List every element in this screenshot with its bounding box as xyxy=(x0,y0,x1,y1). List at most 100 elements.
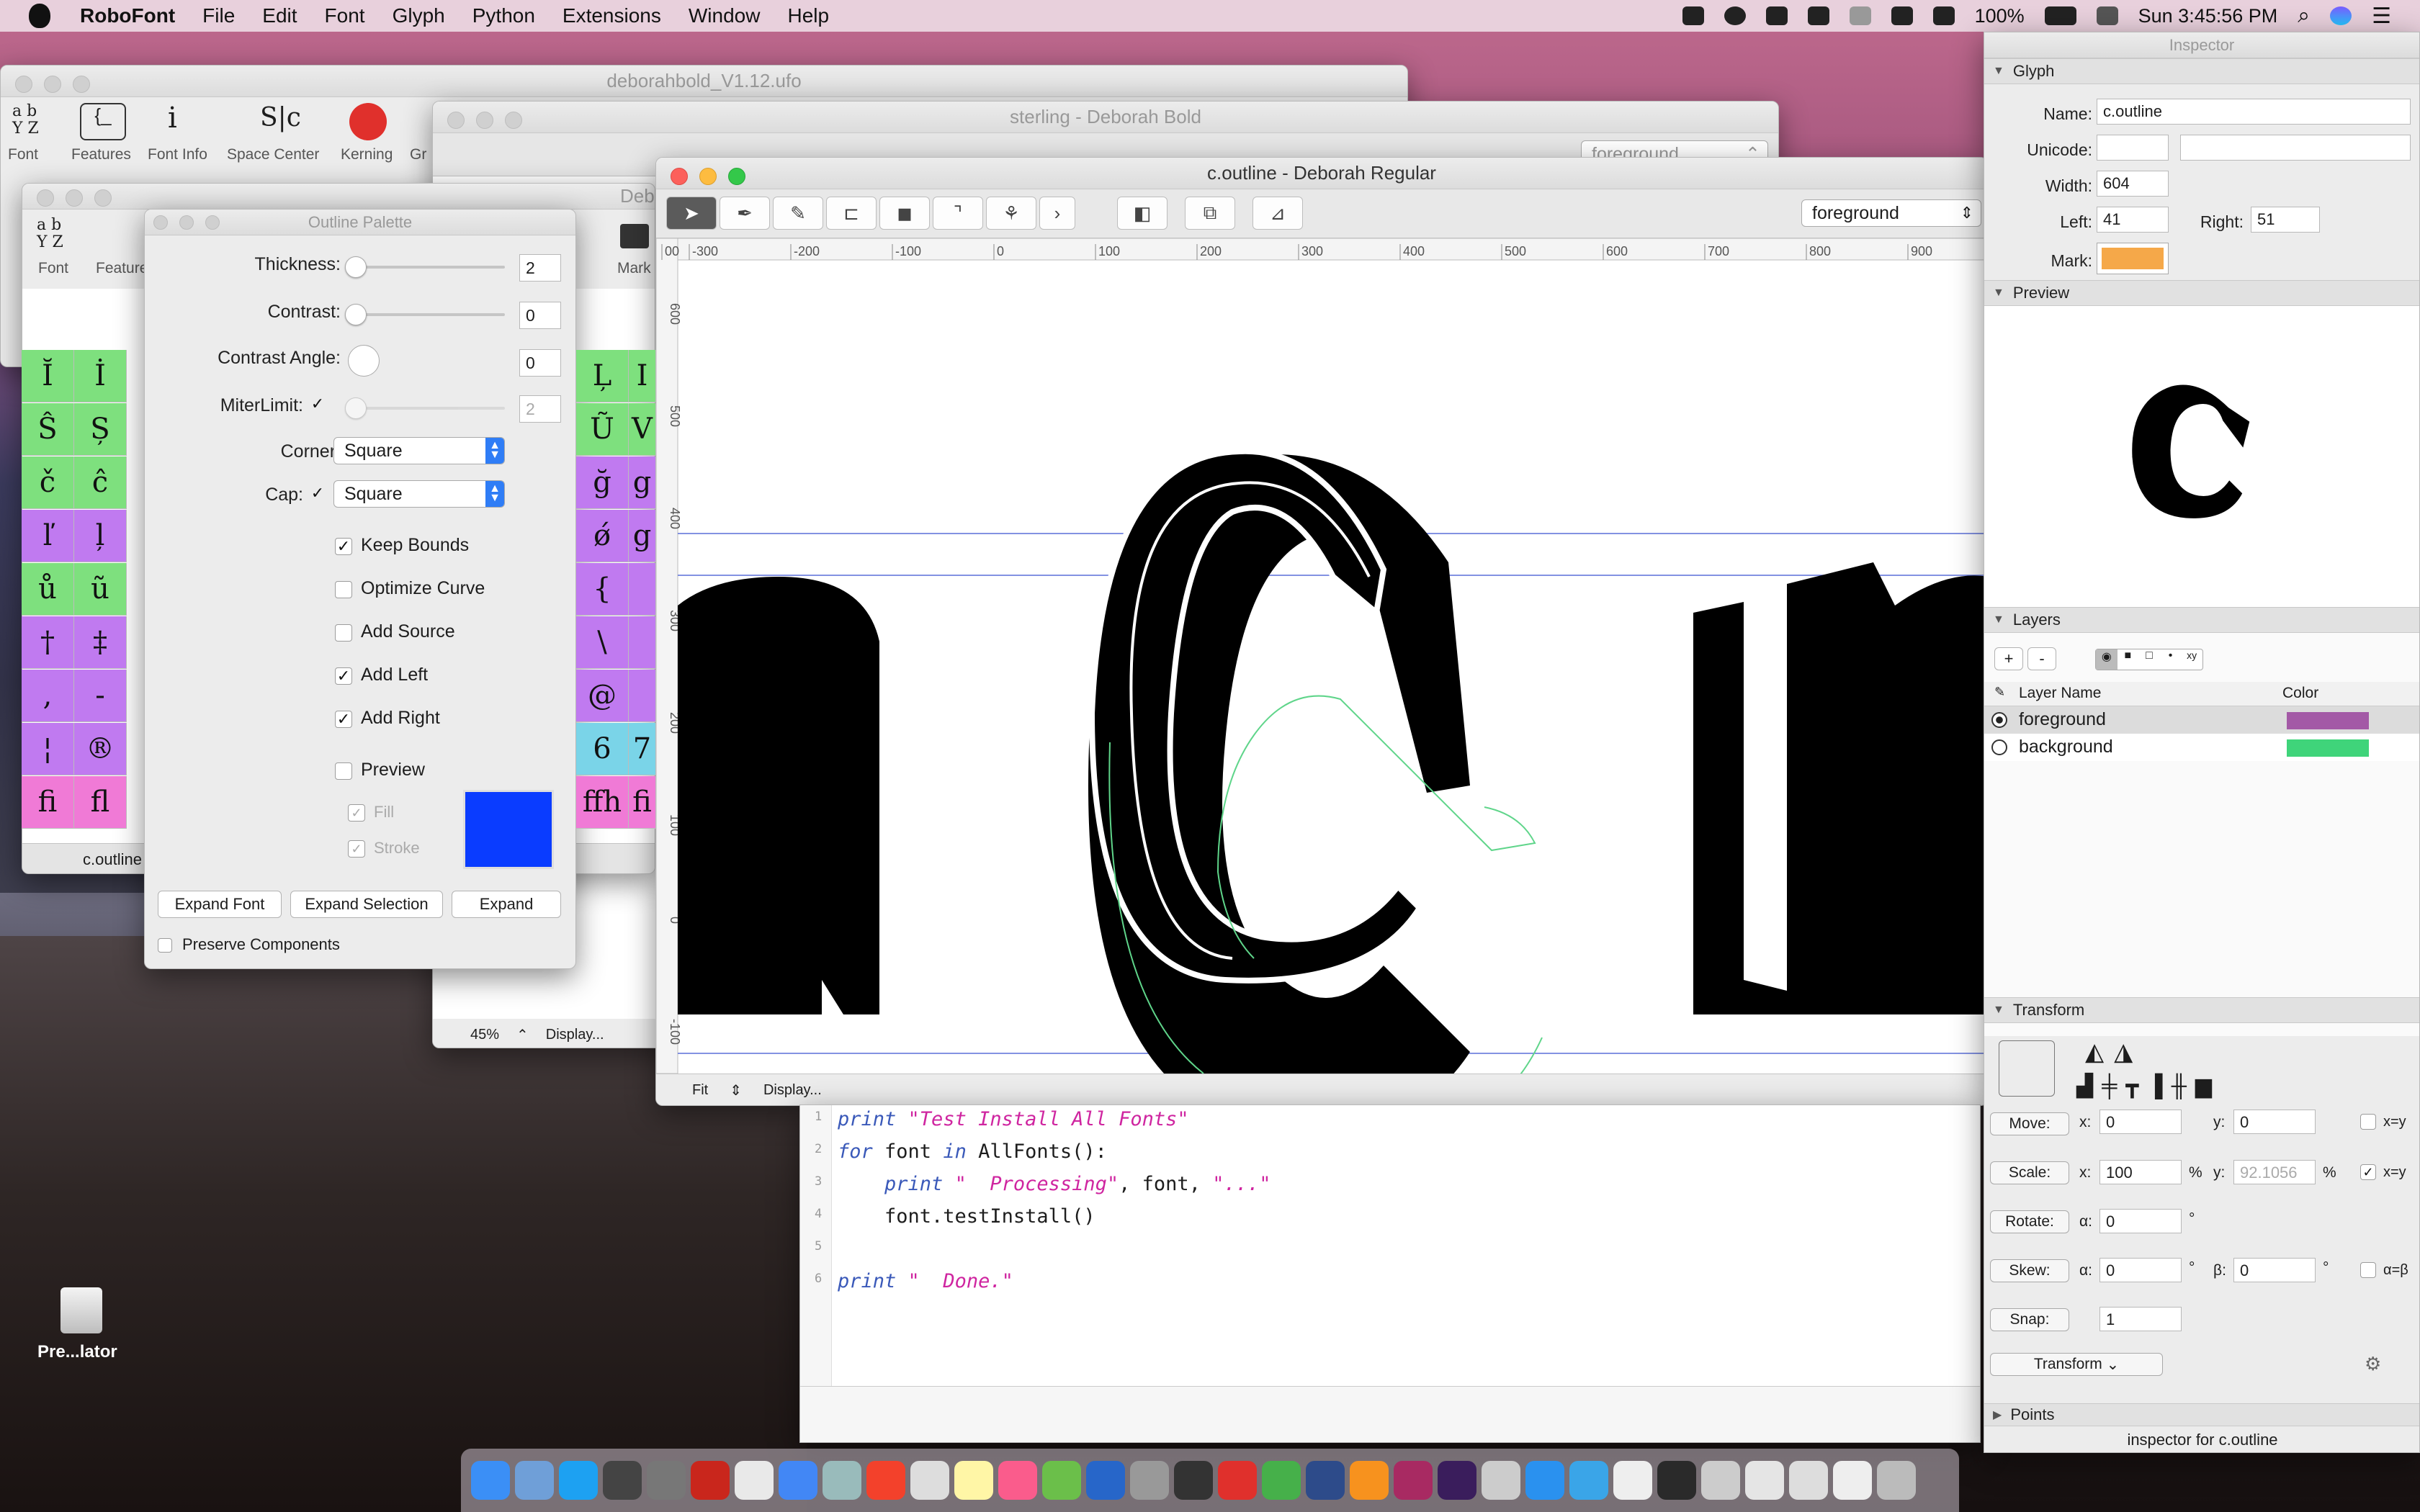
glyph-canvas[interactable]: 00 -300 -200 -100 0 100 200 300 400 500 600 700 800 9… xyxy=(656,238,1988,1074)
layer-name-column[interactable]: Layer Name xyxy=(2019,685,2101,702)
dock-app-icon[interactable] xyxy=(1262,1461,1301,1500)
glyph-cell[interactable]: ﬂ xyxy=(74,776,127,829)
script-output[interactable] xyxy=(800,1386,1980,1442)
dock-app-icon[interactable] xyxy=(1086,1461,1125,1500)
dock-app-icon[interactable] xyxy=(1701,1461,1740,1500)
pencil-tool-icon[interactable]: ✎ xyxy=(773,197,823,230)
dock-app-icon[interactable] xyxy=(1394,1461,1433,1500)
transform-origin-grid[interactable] xyxy=(1999,1040,2055,1097)
dock-app-icon[interactable] xyxy=(1569,1461,1608,1500)
menu-glyph[interactable]: Glyph xyxy=(379,4,459,27)
dock-app-icon[interactable] xyxy=(1745,1461,1784,1500)
dock-app-icon[interactable] xyxy=(647,1461,686,1500)
points-section-header[interactable]: ▶ Points xyxy=(1984,1403,2419,1426)
option-checkbox[interactable]: ✓ xyxy=(335,711,352,728)
dock-app-icon[interactable] xyxy=(1174,1461,1213,1500)
skew-beta-field[interactable]: 0 xyxy=(2233,1258,2316,1282)
thickness-slider[interactable] xyxy=(345,256,505,278)
code-line[interactable]: print "Test Install All Fonts" xyxy=(838,1108,1189,1130)
stroke-checkbox[interactable]: ✓ xyxy=(348,840,365,858)
transform-section-header[interactable]: ▼ Transform xyxy=(1984,997,2419,1023)
dock-app-icon[interactable] xyxy=(1525,1461,1564,1500)
miter-checkbox[interactable]: ✓ xyxy=(309,395,326,413)
layer-radio[interactable] xyxy=(1991,739,2007,755)
pen-tool-icon[interactable]: ✒ xyxy=(720,197,770,230)
fill-icon[interactable]: ■ xyxy=(2118,649,2139,670)
menu-window[interactable]: Window xyxy=(675,4,774,27)
glyph-cell[interactable]: Ŝ xyxy=(22,403,74,456)
glyph-cell[interactable]: ļ xyxy=(74,510,127,562)
dock-app-icon[interactable] xyxy=(1350,1461,1389,1500)
zoom-select[interactable]: Fit xyxy=(692,1082,708,1099)
dock-app-icon[interactable] xyxy=(1130,1461,1169,1500)
menu-extensions[interactable]: Extensions xyxy=(549,4,675,27)
expand-button[interactable]: Expand xyxy=(452,891,561,918)
move-xy-checkbox[interactable] xyxy=(2360,1114,2376,1130)
glyph-cell[interactable]: ‡ xyxy=(74,616,127,669)
skew-ab-checkbox[interactable] xyxy=(2360,1262,2376,1278)
transform-menu-button[interactable]: Transform ⌄ xyxy=(1990,1353,2163,1376)
code-line[interactable]: font.testInstall() xyxy=(838,1205,1095,1228)
siri-icon[interactable] xyxy=(2330,6,2352,25)
dock-app-icon[interactable] xyxy=(779,1461,817,1500)
layer-row-background[interactable]: background xyxy=(1984,734,2419,761)
glyph-cell[interactable]: V xyxy=(629,403,656,456)
dock-app-icon[interactable] xyxy=(691,1461,730,1500)
code-line[interactable]: for font in AllFonts(): xyxy=(838,1140,1107,1163)
layer-select[interactable]: foreground ⇕ xyxy=(1801,199,1981,227)
preserve-components-checkbox[interactable] xyxy=(158,938,172,953)
scale-y-field[interactable]: 92.1056 xyxy=(2233,1160,2316,1184)
option-checkbox[interactable]: ✓ xyxy=(335,538,352,555)
glyph-cell[interactable]: † xyxy=(22,616,74,669)
font-toolbar-icon[interactable]: a bY Z xyxy=(37,217,63,251)
dock-app-icon[interactable] xyxy=(1482,1461,1520,1500)
glyph-cell[interactable] xyxy=(629,670,656,722)
rotate-angle-field[interactable]: 0 xyxy=(2099,1209,2182,1233)
notification-center-icon[interactable]: ☰ xyxy=(2372,4,2391,29)
dock-app-icon[interactable] xyxy=(735,1461,774,1500)
layer-copy-icon[interactable]: ⧉ xyxy=(1185,197,1235,230)
option-checkbox[interactable] xyxy=(335,581,352,598)
layer-color-swatch[interactable] xyxy=(2287,712,2369,729)
coordinates-icon[interactable]: xy xyxy=(2181,649,2202,670)
status-icon[interactable] xyxy=(1682,6,1704,25)
glyph-cell[interactable]: č xyxy=(22,456,74,509)
points-icon[interactable]: • xyxy=(2160,649,2182,670)
contrast-angle-dial[interactable] xyxy=(348,345,380,377)
layer-color-swatch[interactable] xyxy=(2287,739,2369,757)
glyph-cell[interactable]: ů xyxy=(22,563,74,616)
airplay-icon[interactable] xyxy=(1932,6,1955,25)
unicode-name-field[interactable] xyxy=(2180,135,2411,161)
space-center-icon[interactable]: S|c xyxy=(260,103,301,132)
dock-app-icon[interactable] xyxy=(823,1461,861,1500)
glyph-cell[interactable]: ğ xyxy=(576,456,629,509)
glyph-cell[interactable]: ĉ xyxy=(74,456,127,509)
dock-app-icon[interactable] xyxy=(1789,1461,1828,1500)
glyph-cell[interactable]: ľ xyxy=(22,510,74,562)
skew-alpha-field[interactable]: 0 xyxy=(2099,1258,2182,1282)
dock-app-icon[interactable] xyxy=(1833,1461,1872,1500)
glyph-cell[interactable]: 6 xyxy=(576,723,629,775)
menu-help[interactable]: Help xyxy=(774,4,843,27)
glyph-cell[interactable] xyxy=(629,563,656,616)
snap-field[interactable]: 1 xyxy=(2099,1307,2182,1331)
dock-app-icon[interactable] xyxy=(866,1461,905,1500)
drive-label[interactable]: Pre...lator xyxy=(37,1342,117,1362)
rotate-button[interactable]: Rotate: xyxy=(1990,1210,2069,1233)
menu-python[interactable]: Python xyxy=(459,4,549,27)
menu-file[interactable]: File xyxy=(189,4,248,27)
code-line[interactable]: print " Processing", font, "..." xyxy=(838,1173,1270,1195)
layer-row-foreground[interactable]: foreground xyxy=(1984,706,2419,734)
active-layer-radio[interactable] xyxy=(1991,712,2007,728)
corner-select[interactable]: Square ▲ ▼ xyxy=(333,437,505,464)
stroke-icon[interactable]: □ xyxy=(2138,649,2160,670)
name-field[interactable]: c.outline xyxy=(2097,99,2411,125)
clock[interactable]: Sun 3:45:56 PM xyxy=(2138,5,2278,27)
glyph-cell[interactable]: - xyxy=(74,670,127,722)
glyph-section-header[interactable]: ▼ Glyph xyxy=(1984,58,2419,84)
option-checkbox[interactable] xyxy=(335,624,352,642)
layer-swap-icon[interactable]: ◧ xyxy=(1117,197,1168,230)
font-toolbar-icon[interactable]: a bY Z xyxy=(12,103,58,138)
contrast-angle-field[interactable]: 0 xyxy=(519,349,561,377)
cap-select[interactable]: Square ▲ ▼ xyxy=(333,480,505,508)
